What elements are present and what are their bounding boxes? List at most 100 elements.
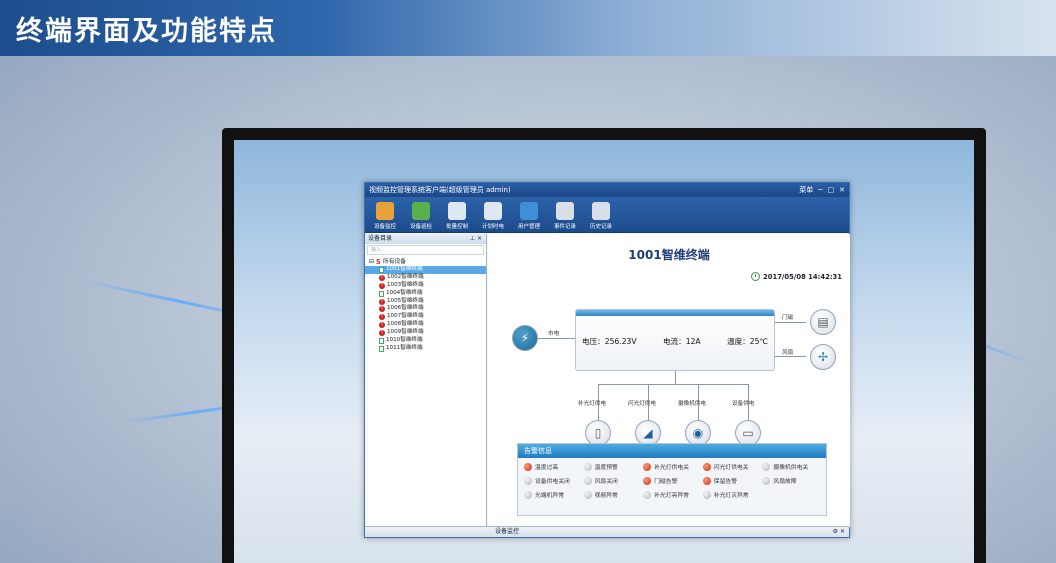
camera-label: 摄像机供电: [678, 401, 706, 407]
clock-icon: [751, 272, 761, 281]
toolbar-button-2[interactable]: 批量控制: [439, 198, 475, 232]
window-title: 视频监控管理系统客户端(超级管理员 admin): [369, 186, 511, 194]
close-button[interactable]: ✕: [839, 183, 845, 197]
slide-title: 终端界面及功能特点: [16, 16, 277, 47]
toolbar-button-5[interactable]: 事件记录: [547, 198, 583, 232]
device-list-item-label: 1004智维终端: [386, 289, 423, 296]
device-list-item[interactable]: ! 1009智维终端: [365, 329, 486, 337]
fan-icon[interactable]: ✢: [810, 344, 836, 370]
device-list-item[interactable]: ! 1008智维终端: [365, 321, 486, 329]
device-status-icon: [379, 266, 384, 273]
monitor-frame: 视频监控管理系统客户端(超级管理员 admin) 菜单 ─ □ ✕ 设备监控 设备…: [222, 128, 986, 563]
alarm-led-icon: [643, 476, 652, 485]
alarm-item-label: 补光灯供电关: [654, 465, 689, 471]
alarm-led-icon: [583, 476, 592, 485]
alarm-led-icon: [702, 476, 711, 485]
device-list-item[interactable]: ! 1005智维终端: [365, 298, 486, 306]
terminal-status-box: 电压：256.23V 电流：12A 温度：25℃: [575, 309, 775, 371]
device-tree-header: 设备目录 ⊥ ×: [365, 234, 486, 244]
toolbar-button-3[interactable]: 计划时电: [475, 198, 511, 232]
alarm-item: 风扇关闭: [583, 476, 644, 485]
bus-line: [598, 384, 748, 385]
alarm-item-label: 视频异常: [594, 493, 618, 499]
status-bar-icons: ⚙ ✕: [832, 528, 845, 535]
device-status-icon: [379, 345, 384, 352]
alarm-item-label: 门磁告警: [654, 479, 678, 485]
inspect-icon: [412, 202, 430, 220]
toolbar-button-1[interactable]: 设备巡检: [403, 198, 439, 232]
alarm-led-icon: [524, 476, 532, 485]
device-list-item[interactable]: 1004智维终端: [365, 290, 486, 298]
alarm-item: 门磁告警: [643, 476, 703, 485]
alarm-item: 温度预警: [583, 462, 644, 471]
alarm-status-icon: !: [379, 306, 385, 313]
terminal-name: 1001智维终端: [628, 248, 710, 262]
tree-root[interactable]: ⊟ S 所有设备: [365, 258, 486, 266]
pin-icon[interactable]: ⊥ ×: [470, 234, 482, 244]
toolbar-button-label: 事件记录: [553, 224, 576, 230]
menu-button[interactable]: 菜单: [799, 183, 813, 197]
alarm-item: 补光灯供电关: [643, 462, 703, 471]
window-titlebar: 视频监控管理系统客户端(超级管理员 admin) 菜单 ─ □ ✕: [365, 183, 849, 197]
history-icon: [592, 202, 610, 220]
minimize-button[interactable]: ─: [818, 183, 822, 197]
alarm-item: 摄像机供电关: [762, 462, 822, 471]
alarm-led-icon: [643, 462, 652, 471]
clock-icon: [484, 202, 502, 220]
alarm-item-label: 补光灯灭异常: [713, 493, 749, 499]
power-tower-icon: ⚡: [512, 325, 538, 351]
window-controls: 菜单 ─ □ ✕: [799, 183, 845, 197]
temperature-reading: 温度：25℃: [727, 337, 768, 346]
device-list-item[interactable]: 1011智维终端: [365, 345, 486, 353]
alarm-item: 光端机异常: [524, 490, 584, 499]
device-list-item-label: 1003智维终端: [387, 281, 424, 288]
alarm-item-label: 温度预警: [594, 465, 618, 471]
device-list-item[interactable]: ! 1006智维终端: [365, 305, 486, 313]
toolbar-button-4[interactable]: 用户管理: [511, 198, 547, 232]
current-reading: 电流：12A: [662, 337, 701, 346]
alarm-item: 风扇故障: [762, 476, 822, 485]
toolbar-button-0[interactable]: 设备监控: [367, 198, 403, 232]
device-list-item-label: 1010智维终端: [386, 337, 423, 344]
alarm-panel: 告警信息 温度过高 温度预警 补光灯供电关 闪光灯供电关 摄像机供电关设备供电关闭 风扇关…: [517, 443, 827, 516]
users-icon: [520, 202, 538, 220]
door-sensor-icon[interactable]: ▤: [810, 309, 836, 335]
alarm-grid: 温度过高 温度预警 补光灯供电关 闪光灯供电关 摄像机供电关设备供电关闭 风扇关闭 门磁告警…: [518, 458, 826, 499]
toolbar-button-label: 历史记录: [589, 224, 612, 230]
device-list-item-label: 1011智维终端: [386, 344, 423, 351]
alarm-item-label: 光端机异常: [535, 493, 564, 499]
collapse-icon[interactable]: ⊟: [369, 258, 374, 266]
alarm-item: 补光灯灭异常: [702, 490, 763, 499]
toolbar-button-label: 用户管理: [517, 224, 540, 230]
alarm-panel-title: 告警信息: [518, 444, 826, 458]
alarm-item: 视频异常: [583, 490, 644, 499]
client-window: 视频监控管理系统客户端(超级管理员 admin) 菜单 ─ □ ✕ 设备监控 设备…: [364, 182, 850, 538]
device-search-input[interactable]: 输入...: [367, 245, 484, 255]
monitor-screen: 视频监控管理系统客户端(超级管理员 admin) 菜单 ─ □ ✕ 设备监控 设备…: [234, 140, 974, 563]
device-tree-title: 设备目录: [368, 235, 393, 242]
toolbar-button-6[interactable]: 历史记录: [583, 198, 619, 232]
alarm-led-icon: [583, 462, 592, 471]
alarm-item-label: 风扇关闭: [594, 479, 618, 485]
alarm-status-icon: !: [379, 314, 385, 321]
device-list-item[interactable]: 1001智维终端: [365, 266, 486, 274]
alarm-item-label: 温度过高: [535, 465, 559, 471]
device-list-item[interactable]: ! 1007智维终端: [365, 313, 486, 321]
alarm-item-label: 闪光灯供电关: [713, 465, 749, 471]
alarm-status-icon: !: [379, 298, 385, 305]
maximize-button[interactable]: □: [828, 183, 835, 197]
fill-light-label: 补光灯供电: [578, 401, 606, 407]
alarm-led-icon: [762, 476, 771, 485]
alarm-item-label: 设备供电关闭: [535, 479, 570, 485]
door-label: 门磁: [782, 315, 794, 321]
alarm-led-icon: [583, 490, 592, 499]
device-list-item[interactable]: 1010智维终端: [365, 337, 486, 345]
device-list-item[interactable]: ! 1003智维终端: [365, 282, 486, 290]
device-list-item[interactable]: ! 1002智维终端: [365, 274, 486, 282]
flash-light-label: 闪光灯供电: [628, 401, 656, 407]
alarm-led-icon: [762, 462, 771, 471]
status-bar: 设备监控 ⚙ ✕: [365, 526, 849, 537]
device-list-item-label: 1002智维终端: [387, 273, 424, 280]
bus-drop: [675, 371, 676, 384]
alarm-item: 补光灯亮异常: [643, 490, 703, 499]
